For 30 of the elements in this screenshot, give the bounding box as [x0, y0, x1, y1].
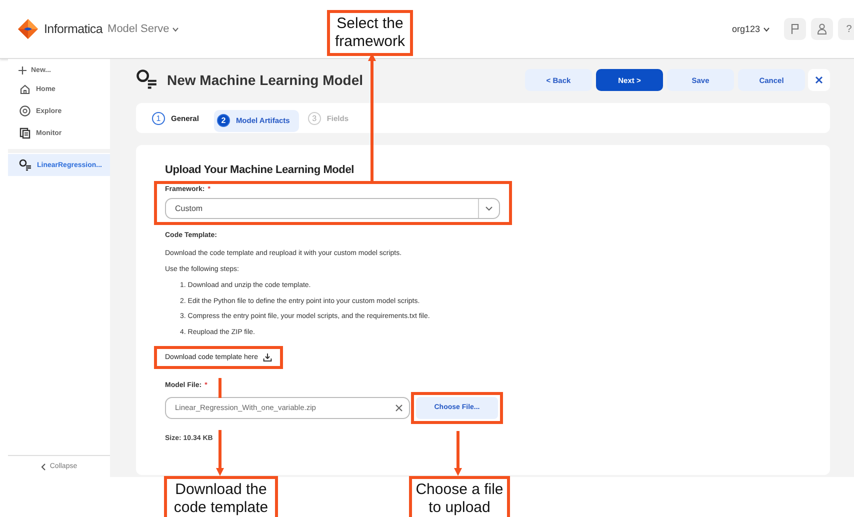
home-icon: [19, 83, 31, 95]
download-icon: [263, 352, 272, 362]
profile-button[interactable]: [811, 18, 833, 40]
callout-arrow: [453, 431, 463, 476]
section-heading: Upload Your Machine Learning Model: [165, 164, 354, 176]
flag-icon: [790, 23, 800, 35]
chevron-icon: [763, 26, 770, 32]
callout-label: Select the framework: [327, 10, 413, 56]
flag-button[interactable]: [784, 18, 806, 40]
callout-label: Download the code template: [164, 476, 278, 517]
product-menu[interactable]: Model Serve: [108, 23, 180, 35]
chevron-icon: [485, 206, 493, 211]
person-icon: [817, 23, 827, 35]
clear-icon[interactable]: [395, 404, 403, 412]
org-menu[interactable]: org123: [732, 24, 770, 34]
callout-label: Choose a file to upload: [409, 476, 510, 517]
close-button[interactable]: [808, 69, 830, 91]
plus-icon: [17, 65, 28, 76]
page-title: New Machine Learning Model: [167, 72, 364, 88]
logo-icon: [17, 18, 39, 40]
documents-icon: [19, 127, 31, 139]
help-button[interactable]: ?: [838, 18, 854, 40]
compass-icon: [19, 105, 31, 117]
close-icon: [815, 76, 823, 84]
model-icon: [19, 159, 32, 171]
chevron-left-icon: [40, 462, 46, 470]
framework-dropdown[interactable]: Custom: [165, 198, 500, 219]
model-icon: [136, 69, 158, 91]
chevron-icon: [172, 26, 180, 32]
brand-name: Informatica: [44, 22, 103, 36]
